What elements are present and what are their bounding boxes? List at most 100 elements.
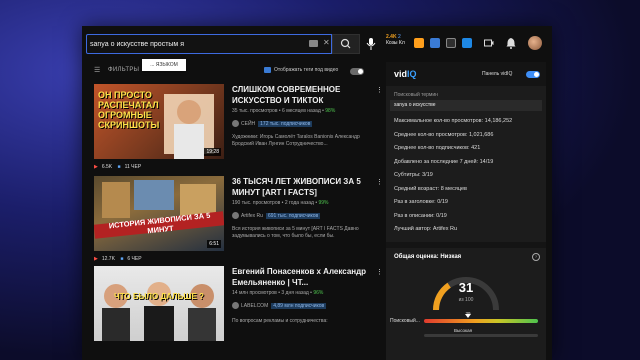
trend-1: 11 ЧЕР (124, 164, 142, 170)
extension-icon-3[interactable] (446, 38, 456, 48)
stat-row: Раз в заголовке: 0/19 (394, 199, 448, 205)
tags-toggle-row: Отображать теги под видео (264, 67, 339, 73)
stat-row: Среднее кол-во подписчиков: 421 (394, 145, 480, 151)
vidiq-panel-toggle[interactable] (526, 71, 540, 78)
thumbnail-text-3: ЧТО БЫЛО ДАЛЬШЕ ? (114, 292, 204, 301)
channel-avatar-1[interactable] (232, 120, 239, 127)
stat-value: 421 (471, 145, 481, 151)
stat-label: Добавлено за последние 7 дней: (394, 158, 479, 165)
channel-2[interactable]: Artifex Ru 691 тыс. подписчиков (232, 212, 321, 219)
stat-label: Максимальное кол-во просмотров: (394, 118, 484, 124)
channel-1[interactable]: СЕЙН 172 тыс. подписчиков (232, 120, 313, 127)
views-1: 35 тыс. просмотров (232, 108, 278, 114)
stat-label: Субтитры: (394, 172, 421, 178)
vidiq-logo-a: vid (394, 69, 408, 79)
video-title-1[interactable]: СЛИШКОМ СОВРЕМЕННОЕ ИСКУССТВО И ТИКТОК (232, 84, 372, 106)
stat-value: 0/19 (437, 199, 448, 205)
video-meta-1: 35 тыс. просмотров • 6 месяцев назад • 9… (232, 108, 336, 114)
video-result-2[interactable]: ИСТОРИЯ ЖИВОПИСИ ЗА 5 МИНУТ 6:51 36 ТЫСЯ… (94, 176, 383, 266)
youtube-icon: ▶ (94, 256, 98, 262)
video-stats-2: ▶ 12.7K ■ 6 ЧЕР (94, 256, 146, 262)
more-options-icon[interactable]: ⋮ (376, 86, 383, 94)
age-2: 2 года назад (284, 200, 314, 206)
stat-row: Средний возраст: 8 месяцев (394, 186, 467, 192)
search-input[interactable] (90, 37, 290, 51)
channel-3[interactable]: LABELCOM 4,89 млн подписчиков (232, 302, 327, 309)
search-volume-label: Поисковый... (390, 318, 420, 324)
stat-label: Раз в описании: (394, 212, 435, 219)
extension-icon-2[interactable] (430, 38, 440, 48)
microphone-icon (366, 38, 376, 50)
info-icon[interactable]: ? (532, 253, 540, 261)
extension-icon-1[interactable] (414, 38, 424, 48)
stat-row: Максимальное кол-во просмотров: 14,186,2… (394, 118, 512, 124)
search-volume-marker (465, 314, 472, 318)
score-2: 99% (318, 200, 329, 206)
overall-score-card: Общая оценка: Низкая ? 31 из 100 39 Поис… (386, 248, 546, 360)
vidiq-panel: vidIQ Панель vidIQ Поисковый термин sany… (386, 62, 546, 360)
overall-score-label: Общая оценка: Низкая (394, 254, 462, 260)
video-thumbnail-3[interactable]: ЧТО БЫЛО ДАЛЬШЕ ? (94, 266, 224, 341)
stat-row: Добавлено за последние 7 дней: 14/19 (394, 159, 493, 165)
keyword-stats: Поисковый термин sanya о искусстве Макси… (386, 86, 546, 242)
stat-row: Лучший автор: Artifex Ru (394, 226, 457, 232)
search-box[interactable]: ✕ (86, 34, 332, 54)
duration-1: 19:28 (204, 148, 221, 156)
stat-row: Субтитры: 3/19 (394, 172, 433, 178)
stat-value: Artifex Ru (432, 226, 458, 232)
tags-toggle-label: Отображать теги под видео (274, 67, 339, 73)
stat-value: 8 месяцев (440, 185, 467, 192)
search-icon (340, 38, 351, 49)
channel-name-2[interactable]: Artifex Ru (241, 213, 263, 219)
subs-3: 4,89 млн подписчиков (271, 302, 327, 309)
overall-score-sub: из 100 (458, 297, 474, 303)
stat-row: Среднее кол-во просмотров: 1,021,686 (394, 132, 493, 138)
filter-icon[interactable]: ☰ (94, 66, 100, 74)
user-avatar[interactable] (528, 36, 542, 50)
video-result-3[interactable]: ЧТО БЫЛО ДАЛЬШЕ ? Евгений Понасенков х А… (94, 266, 383, 360)
mic-button[interactable] (364, 36, 378, 52)
clear-icon[interactable]: ✕ (323, 38, 330, 47)
more-options-icon[interactable]: ⋮ (376, 178, 383, 186)
channel-name-3[interactable]: LABELCOM (241, 303, 268, 309)
likes-2: 12.7K (101, 256, 115, 262)
duration-2: 6:51 (207, 240, 221, 248)
channel-name-1[interactable]: СЕЙН (241, 121, 255, 127)
search-volume-bar (424, 319, 538, 323)
video-thumbnail-1[interactable]: ОН ПРОСТО РАСПЕЧАТАЛ ОГРОМНЫЕ СКРИНШОТЫ … (94, 84, 224, 159)
video-desc-2: Вся история живописи за 5 минут [ART I F… (232, 226, 359, 239)
search-button[interactable] (332, 34, 360, 54)
subs-1: 172 тыс. подписчиков (258, 120, 313, 127)
stat-value: 14/19 (479, 158, 494, 165)
create-video-icon[interactable] (484, 38, 494, 48)
stat-value: 3/19 (422, 172, 433, 178)
keyboard-icon[interactable] (309, 40, 318, 47)
video-title-3[interactable]: Евгений Понасенков х Александр Емельянен… (232, 266, 372, 288)
youtube-window: ✕ 2.4K 2 Козы Кл ... ЯЗЫКОМ ☰ ФИЛЬТРЫ От… (82, 26, 552, 360)
stat-value: 14,186,252 (484, 118, 513, 124)
vidiq-tag-icon (264, 67, 271, 73)
vidiq-panel-label: Панель vidIQ (482, 71, 513, 77)
video-desc-1: Художники: Игорь Самолёт Taralos Banioni… (232, 134, 360, 147)
video-result-1[interactable]: ОН ПРОСТО РАСПЕЧАТАЛ ОГРОМНЫЕ СКРИНШОТЫ … (94, 84, 383, 176)
vidiq-toolbar-stats[interactable]: 2.4K 2 Козы Кл (386, 34, 405, 46)
video-stats-1: ▶ 6.5K ■ 11 ЧЕР (94, 164, 145, 170)
tags-toggle[interactable] (350, 68, 364, 75)
stat-label: Раз в заголовке: (394, 199, 436, 205)
video-title-2[interactable]: 36 ТЫСЯЧ ЛЕТ ЖИВОПИСИ ЗА 5 МИНУТ [ART I … (232, 176, 372, 198)
video-thumbnail-2[interactable]: ИСТОРИЯ ЖИВОПИСИ ЗА 5 МИНУТ 6:51 (94, 176, 224, 251)
search-term-label: Поисковый термин (394, 92, 438, 98)
channel-avatar-3[interactable] (232, 302, 239, 309)
more-options-icon[interactable]: ⋮ (376, 268, 383, 276)
notifications-bell-icon[interactable] (506, 37, 516, 49)
video-meta-3: 14 млн просмотров • 3 дня назад • 96% (232, 290, 324, 296)
age-3: 3 дня назад (281, 290, 309, 296)
extension-icon-4[interactable] (462, 38, 472, 48)
competition-label: Высокая (454, 328, 473, 333)
filters-button[interactable]: ФИЛЬТРЫ (108, 67, 139, 73)
likes-1: 6.5K (101, 164, 113, 170)
stat-label: Лучший автор: (394, 226, 432, 232)
channel-avatar-2[interactable] (232, 212, 239, 219)
stat-label: Среднее кол-во просмотров: (394, 131, 468, 138)
vidiq-logo: vidIQ (394, 69, 417, 79)
